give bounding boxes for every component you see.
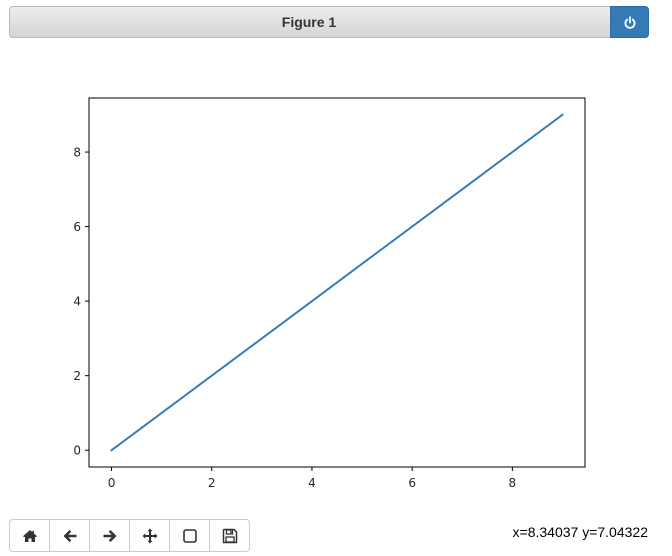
x-tick-label: 8	[509, 476, 517, 490]
arrow-left-icon	[63, 530, 77, 542]
power-icon	[624, 16, 636, 29]
x-tick-label: 4	[308, 476, 316, 490]
arrow-right-icon	[103, 530, 117, 542]
figure-canvas[interactable]: 0 2 4 6 8 0 2 4 6 8	[0, 0, 672, 556]
forward-button[interactable]	[89, 519, 130, 552]
home-button[interactable]	[9, 519, 50, 552]
home-icon	[23, 530, 37, 542]
series-line-0	[110, 113, 564, 452]
x-tick-label: 2	[208, 476, 216, 490]
navigation-toolbar	[9, 519, 250, 552]
y-tick-label: 6	[73, 220, 81, 234]
y-tick-label: 4	[73, 295, 81, 309]
close-figure-button[interactable]	[610, 6, 649, 38]
y-tick-label: 2	[73, 369, 81, 383]
square-icon	[183, 529, 197, 543]
pan-button[interactable]	[129, 519, 170, 552]
figure-title: Figure 1	[281, 14, 337, 30]
x-tick-label: 6	[408, 476, 416, 490]
zoom-rect-button[interactable]	[169, 519, 210, 552]
y-tick-label: 8	[73, 146, 81, 160]
cursor-coordinates: x=8.34037 y=7.04322	[512, 524, 648, 540]
back-button[interactable]	[49, 519, 90, 552]
figure-titlebar: Figure 1	[9, 6, 649, 38]
x-tick-label: 0	[108, 476, 116, 490]
save-button[interactable]	[209, 519, 250, 552]
y-tick-label: 0	[73, 444, 81, 458]
move-icon	[142, 528, 158, 544]
floppy-disk-icon	[222, 528, 238, 544]
